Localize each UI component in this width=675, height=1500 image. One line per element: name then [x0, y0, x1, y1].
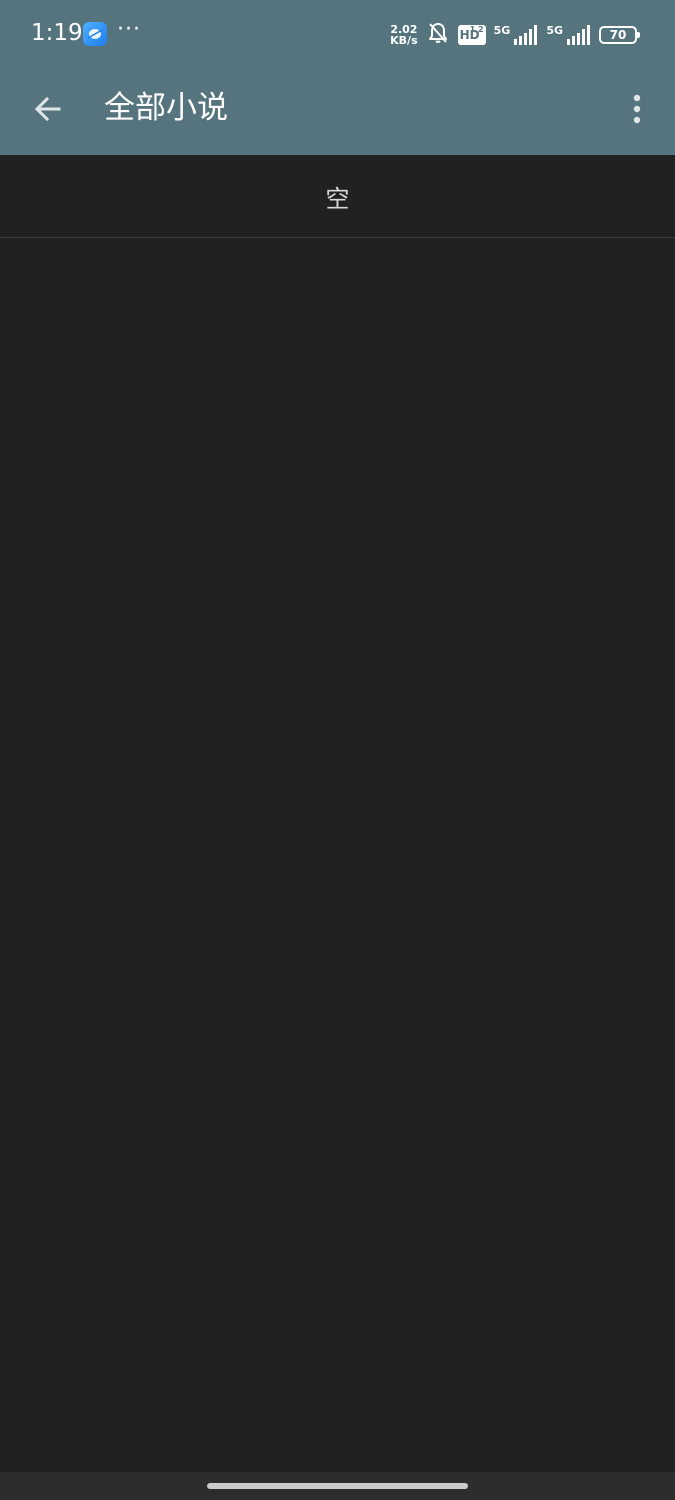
app-notification-icon: [83, 22, 107, 46]
status-icons: 2.02 KB/s HD 1 2 5G 5G 70: [390, 20, 640, 50]
arrow-left-icon: [34, 96, 61, 122]
status-time: 1:19: [31, 20, 83, 46]
battery-level: 70: [609, 28, 627, 42]
gesture-nav-area: [0, 1472, 675, 1500]
hd-sub-label: 1 2: [469, 25, 484, 34]
battery-icon: 70: [599, 26, 640, 44]
page-title: 全部小说: [104, 90, 228, 126]
more-vert-icon: [633, 94, 641, 124]
signal-icon-sim1: 5G: [494, 25, 539, 45]
network-speed: 2.02 KB/s: [390, 24, 417, 46]
network-speed-unit: KB/s: [390, 34, 418, 47]
back-button[interactable]: [25, 86, 71, 132]
empty-list-row: 空: [0, 155, 675, 238]
app-bar: 全部小说: [0, 68, 675, 155]
signal-1-label: 5G: [493, 24, 511, 37]
screen: 1:19 ··· 2.02 KB/s HD 1 2 5G 5G 70 全部小说 …: [0, 0, 675, 1500]
status-bar: 1:19 ··· 2.02 KB/s HD 1 2 5G 5G 70: [0, 0, 675, 68]
home-indicator[interactable]: [207, 1483, 468, 1489]
header: 1:19 ··· 2.02 KB/s HD 1 2 5G 5G 70 全部小说: [0, 0, 675, 155]
hd-voice-icon: HD 1 2: [457, 25, 486, 45]
signal-2-label: 5G: [546, 24, 563, 37]
overflow-menu-button[interactable]: [617, 86, 657, 132]
silent-bell-icon: [426, 21, 450, 49]
more-notifications-indicator: ···: [117, 17, 141, 42]
signal-icon-sim2: 5G: [546, 25, 591, 45]
empty-state-text: 空: [325, 184, 350, 213]
